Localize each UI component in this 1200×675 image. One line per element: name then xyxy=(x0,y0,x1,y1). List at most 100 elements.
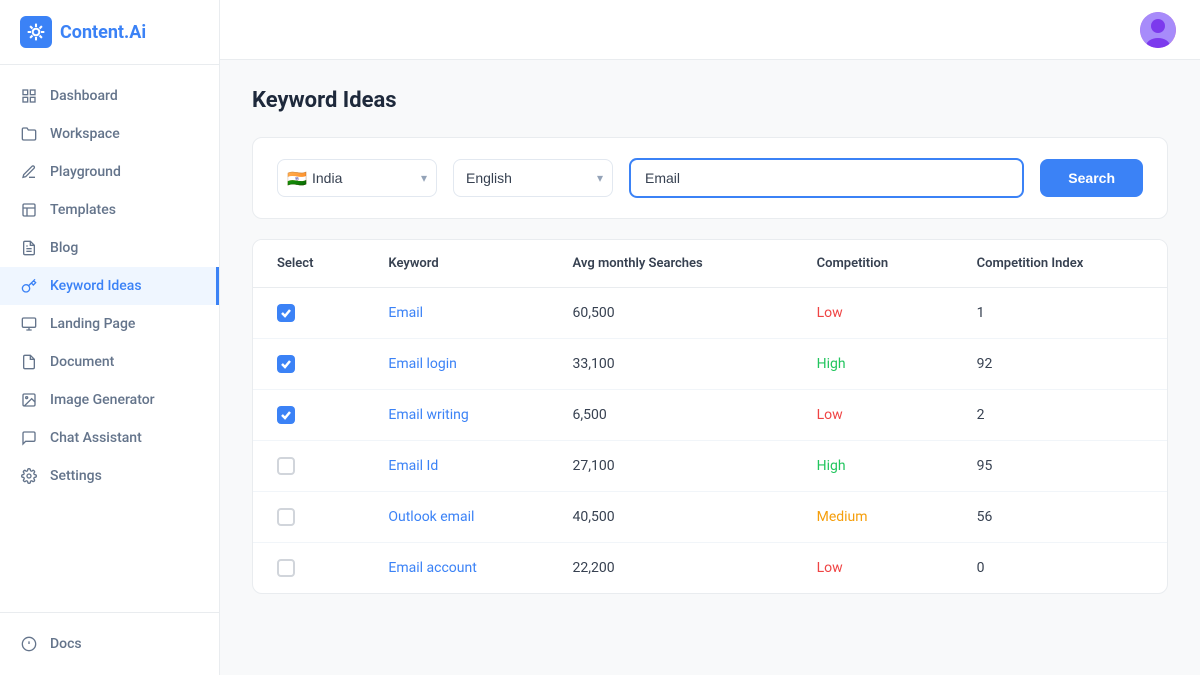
sidebar-item-keyword-ideas-label: Keyword Ideas xyxy=(50,278,142,294)
competition-cell: Low xyxy=(797,288,957,339)
keyword-link[interactable]: Email xyxy=(388,305,423,321)
competition-index-cell: 95 xyxy=(957,441,1167,492)
table-body: Email60,500Low1 Email login33,100High92 … xyxy=(253,288,1167,594)
main-area: Keyword Ideas 🇮🇳 India USA UK ▾ English … xyxy=(220,0,1200,675)
competition-index-cell: 1 xyxy=(957,288,1167,339)
competition-value: Low xyxy=(817,560,843,576)
competition-index-cell: 2 xyxy=(957,390,1167,441)
sidebar-item-workspace[interactable]: Workspace xyxy=(0,115,219,153)
avg-searches-cell: 6,500 xyxy=(553,390,797,441)
checkbox-checked[interactable] xyxy=(277,406,295,424)
sidebar-item-docs[interactable]: Docs xyxy=(0,625,219,663)
competition-value: Medium xyxy=(817,509,868,525)
competition-cell: High xyxy=(797,441,957,492)
avg-searches-cell: 22,200 xyxy=(553,543,797,594)
filter-bar: 🇮🇳 India USA UK ▾ English Hindi French ▾ xyxy=(252,137,1168,219)
keyword-search-input[interactable] xyxy=(629,158,1024,198)
table-row: Email Id 27,100High95 xyxy=(253,441,1167,492)
sidebar-item-dashboard-label: Dashboard xyxy=(50,88,118,104)
content-area: Keyword Ideas 🇮🇳 India USA UK ▾ English … xyxy=(220,60,1200,675)
layout-icon xyxy=(20,201,38,219)
language-select-wrapper: English Hindi French ▾ xyxy=(453,159,613,197)
sidebar-item-blog[interactable]: Blog xyxy=(0,229,219,267)
avg-searches-cell: 60,500 xyxy=(553,288,797,339)
sidebar-nav: Dashboard Workspace Playground xyxy=(0,65,219,612)
logo-text: Content.Ai xyxy=(60,22,146,43)
sidebar-item-dashboard[interactable]: Dashboard xyxy=(0,77,219,115)
sidebar-item-settings-label: Settings xyxy=(50,468,102,484)
sidebar-item-document-label: Document xyxy=(50,354,114,370)
checkbox-checked[interactable] xyxy=(277,304,295,322)
sidebar-item-workspace-label: Workspace xyxy=(50,126,120,142)
competition-index-cell: 92 xyxy=(957,339,1167,390)
key-icon xyxy=(20,277,38,295)
search-button[interactable]: Search xyxy=(1040,159,1143,197)
sidebar: Content.Ai Dashboard Workspace xyxy=(0,0,220,675)
country-select-wrapper: 🇮🇳 India USA UK ▾ xyxy=(277,159,437,197)
country-select[interactable]: India USA UK xyxy=(277,159,437,197)
sidebar-item-chat-assistant-label: Chat Assistant xyxy=(50,430,142,446)
keyword-link[interactable]: Outlook email xyxy=(388,509,474,525)
logo-area: Content.Ai xyxy=(0,0,219,65)
chat-icon xyxy=(20,429,38,447)
checkbox-checked[interactable] xyxy=(277,355,295,373)
keyword-table: Select Keyword Avg monthly Searches Comp… xyxy=(252,239,1168,594)
book-icon xyxy=(20,635,38,653)
monitor-icon xyxy=(20,315,38,333)
table-row: Email 60,500Low1 xyxy=(253,288,1167,339)
sidebar-item-settings[interactable]: Settings xyxy=(0,457,219,495)
competition-value: Low xyxy=(817,407,843,423)
col-keyword: Keyword xyxy=(368,240,552,288)
sidebar-item-image-generator[interactable]: Image Generator xyxy=(0,381,219,419)
sidebar-item-playground[interactable]: Playground xyxy=(0,153,219,191)
avg-searches-cell: 27,100 xyxy=(553,441,797,492)
sidebar-bottom: Docs xyxy=(0,612,219,675)
results-table: Select Keyword Avg monthly Searches Comp… xyxy=(253,240,1167,593)
competition-cell: Medium xyxy=(797,492,957,543)
page-title: Keyword Ideas xyxy=(252,88,1168,113)
logo-icon xyxy=(20,16,52,48)
folder-icon xyxy=(20,125,38,143)
keyword-link[interactable]: Email account xyxy=(388,560,476,576)
sidebar-item-chat-assistant[interactable]: Chat Assistant xyxy=(0,419,219,457)
table-row: Email writing 6,500 Low 2 xyxy=(253,390,1167,441)
col-select: Select xyxy=(253,240,368,288)
sidebar-item-landing-page[interactable]: Landing Page xyxy=(0,305,219,343)
sidebar-item-blog-label: Blog xyxy=(50,240,78,256)
avg-searches-cell: 33,100 xyxy=(553,339,797,390)
sidebar-item-landing-page-label: Landing Page xyxy=(50,316,135,332)
sidebar-item-keyword-ideas[interactable]: Keyword Ideas xyxy=(0,267,219,305)
checkbox-unchecked[interactable] xyxy=(277,457,295,475)
avatar[interactable] xyxy=(1140,12,1176,48)
edit-icon xyxy=(20,163,38,181)
competition-value: High xyxy=(817,356,846,372)
keyword-link[interactable]: Email writing xyxy=(388,407,468,423)
grid-icon xyxy=(20,87,38,105)
sidebar-item-playground-label: Playground xyxy=(50,164,121,180)
col-competition: Competition xyxy=(797,240,957,288)
col-avg-searches: Avg monthly Searches xyxy=(553,240,797,288)
sidebar-item-templates-label: Templates xyxy=(50,202,116,218)
sidebar-item-document[interactable]: Document xyxy=(0,343,219,381)
checkbox-unchecked[interactable] xyxy=(277,508,295,526)
file-text-icon xyxy=(20,239,38,257)
competition-index-cell: 0 xyxy=(957,543,1167,594)
competition-cell: Low xyxy=(797,543,957,594)
language-select[interactable]: English Hindi French xyxy=(453,159,613,197)
table-row: Outlook email 40,500 Medium 56 xyxy=(253,492,1167,543)
keyword-search-wrapper xyxy=(629,158,1024,198)
image-icon xyxy=(20,391,38,409)
table-row: Email login 33,100 High 92 xyxy=(253,339,1167,390)
table-header: Select Keyword Avg monthly Searches Comp… xyxy=(253,240,1167,288)
competition-index-cell: 56 xyxy=(957,492,1167,543)
keyword-link[interactable]: Email login xyxy=(388,356,457,372)
topbar xyxy=(220,0,1200,60)
avg-searches-cell: 40,500 xyxy=(553,492,797,543)
keyword-link[interactable]: Email Id xyxy=(388,458,438,474)
sidebar-item-templates[interactable]: Templates xyxy=(0,191,219,229)
doc-icon xyxy=(20,353,38,371)
competition-cell: Low xyxy=(797,390,957,441)
sidebar-item-docs-label: Docs xyxy=(50,636,82,652)
checkbox-unchecked[interactable] xyxy=(277,559,295,577)
table-row: Email account 22,200 Low 0 xyxy=(253,543,1167,594)
